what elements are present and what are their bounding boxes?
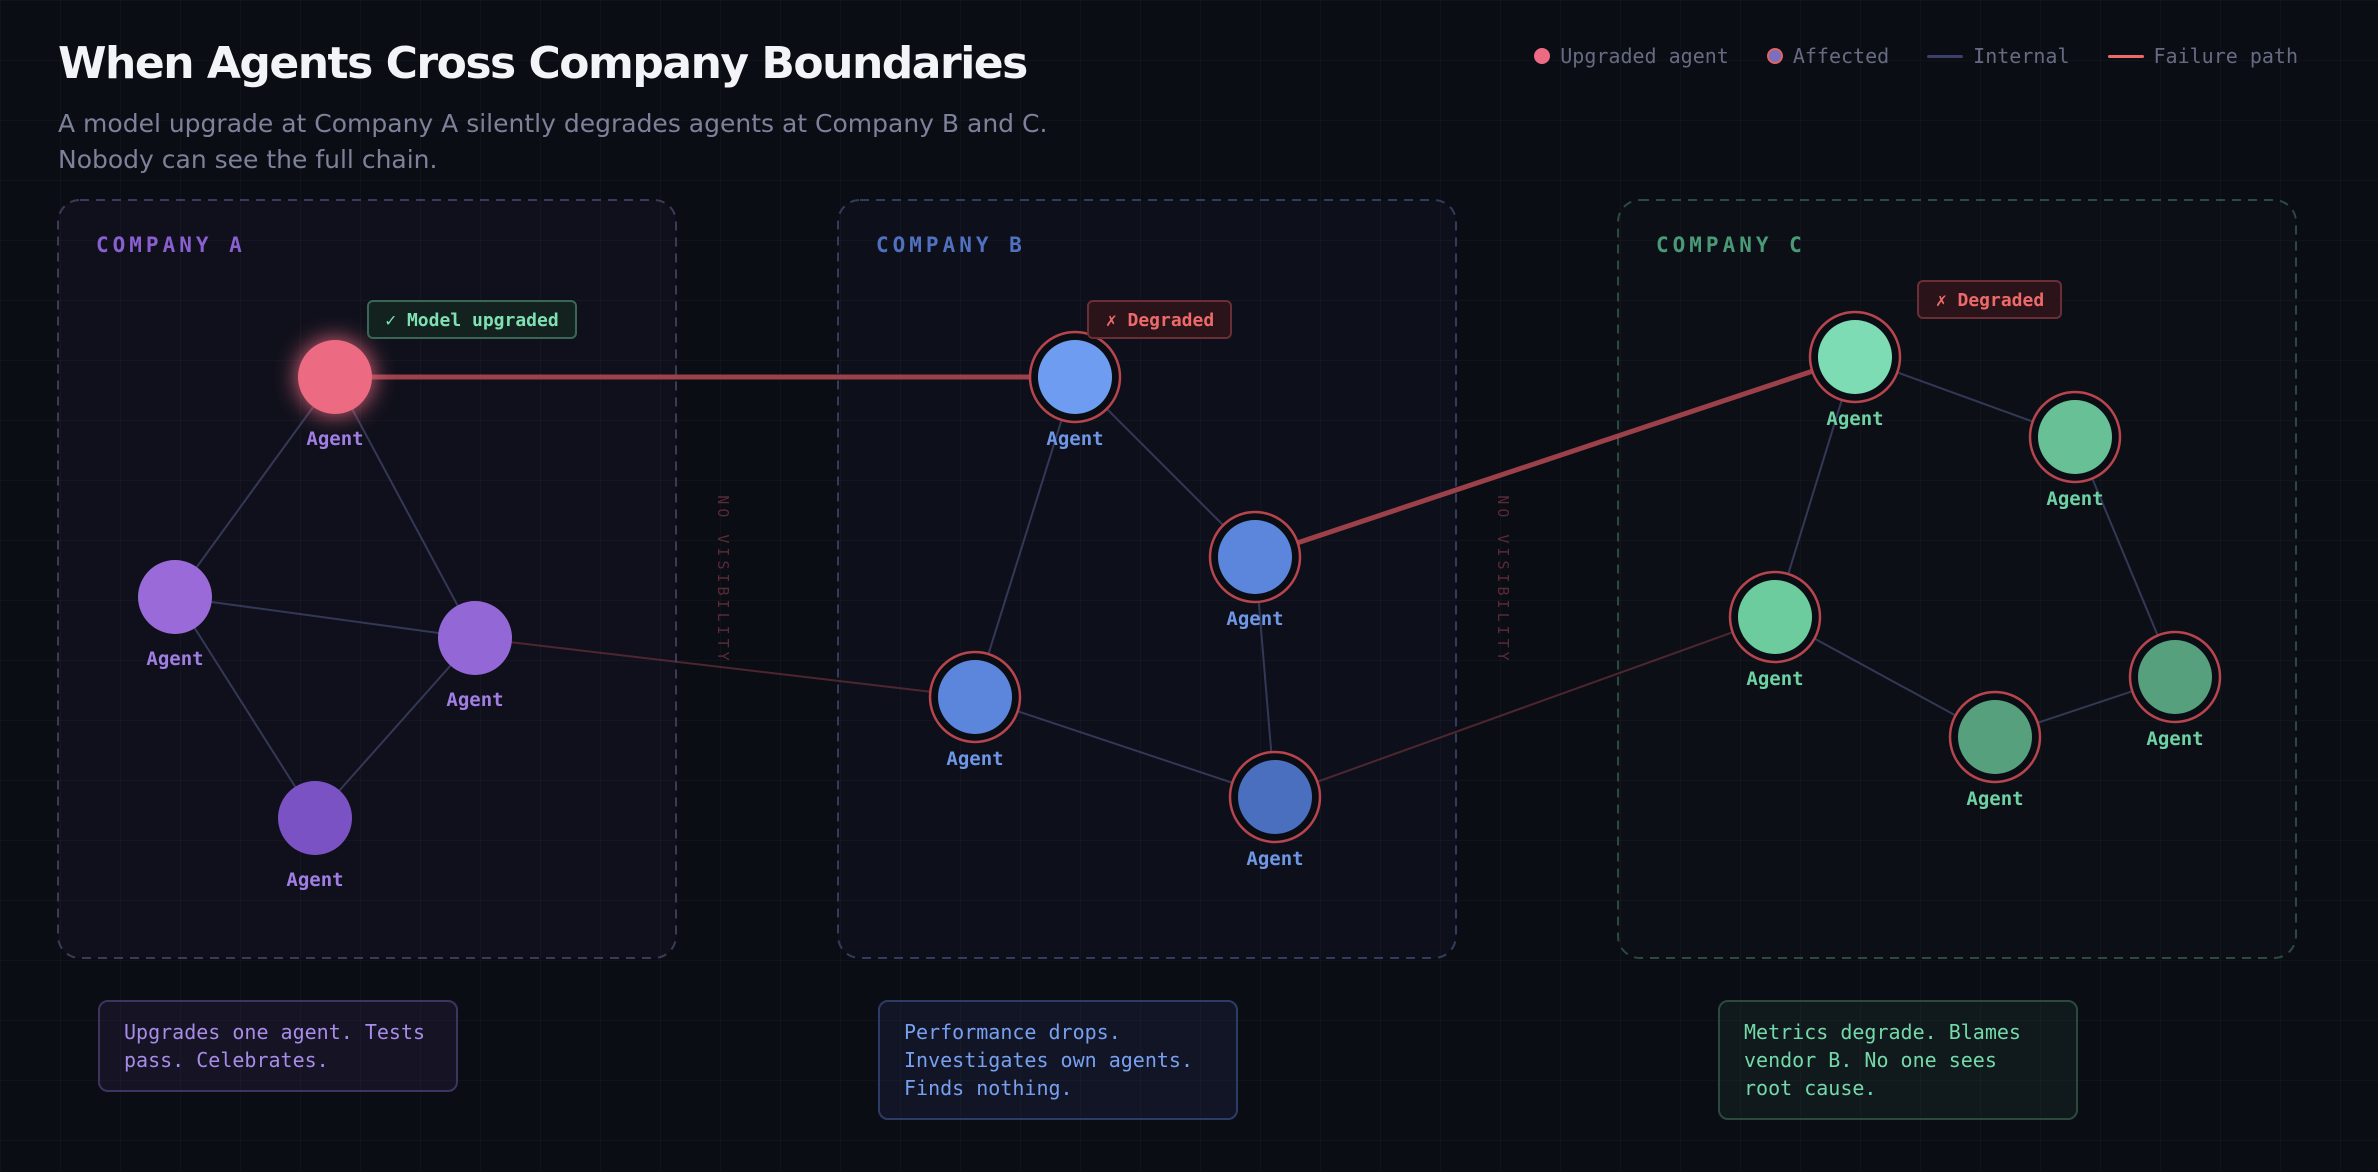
degraded-badge-c-text: ✗ Degraded	[1936, 290, 2044, 311]
agent-circle	[1738, 580, 1812, 654]
agent-label: Agent	[146, 648, 203, 670]
agent-network-diagram: COMPANY A COMPANY B COMPANY C NO VISIBIL…	[57, 199, 2297, 959]
agent-label: Agent	[2046, 488, 2103, 510]
company-b-note: Performance drops. Investigates own agen…	[878, 1000, 1238, 1120]
agent-node-a2[interactable]: Agent	[138, 560, 212, 670]
agent-label: Agent	[1746, 668, 1803, 690]
company-c-note: Metrics degrade. Blames vendor B. No one…	[1718, 1000, 2078, 1120]
agent-node-a4[interactable]: Agent	[278, 781, 352, 891]
agent-node-a1[interactable]: Agent	[298, 340, 372, 450]
model-upgraded-badge-text: ✓ Model upgraded	[385, 310, 558, 331]
model-upgraded-badge: ✓ Model upgraded	[367, 300, 577, 339]
agent-circle	[1238, 760, 1312, 834]
agent-circle	[2038, 400, 2112, 474]
agent-label: Agent	[446, 689, 503, 711]
company-b-label: COMPANY B	[876, 233, 1026, 257]
agent-label: Agent	[286, 869, 343, 891]
agent-label: Agent	[2146, 728, 2203, 750]
no-visibility-label-bc: NO VISIBILITY	[1494, 495, 1512, 664]
agent-circle	[278, 781, 352, 855]
no-visibility-label-ab: NO VISIBILITY	[714, 495, 732, 664]
agent-circle	[2138, 640, 2212, 714]
agent-label: Agent	[1966, 788, 2023, 810]
agent-label: Agent	[946, 748, 1003, 770]
degraded-badge-b-text: ✗ Degraded	[1106, 310, 1214, 331]
agent-label: Agent	[306, 428, 363, 450]
degraded-badge-c: ✗ Degraded	[1917, 280, 2062, 319]
agent-label: Agent	[1826, 408, 1883, 430]
agent-label: Agent	[1046, 428, 1103, 450]
agent-circle	[138, 560, 212, 634]
company-a-note: Upgrades one agent. Tests pass. Celebrat…	[98, 1000, 458, 1092]
agent-label: Agent	[1226, 608, 1283, 630]
agent-circle	[438, 601, 512, 675]
agent-label: Agent	[1246, 848, 1303, 870]
agent-circle	[938, 660, 1012, 734]
agent-circle	[1958, 700, 2032, 774]
degraded-badge-b: ✗ Degraded	[1087, 300, 1232, 339]
agent-circle	[1038, 340, 1112, 414]
agent-circle	[1818, 320, 1892, 394]
company-c-label: COMPANY C	[1656, 233, 1806, 257]
company-a-label: COMPANY A	[96, 233, 246, 257]
agent-node-a3[interactable]: Agent	[438, 601, 512, 711]
agent-circle	[298, 340, 372, 414]
agent-circle	[1218, 520, 1292, 594]
